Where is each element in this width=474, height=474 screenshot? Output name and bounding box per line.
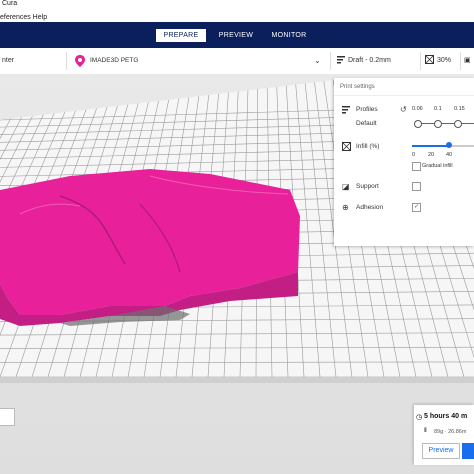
divider (334, 95, 474, 96)
estimated-material: 89g · 26.86m (434, 429, 467, 435)
divider (420, 52, 421, 70)
clock-icon: ◷ (416, 414, 423, 421)
layer-height-slider[interactable] (416, 123, 474, 124)
spool-icon (75, 55, 85, 67)
tab-prepare[interactable]: PREPARE (156, 29, 206, 42)
support-icon: ◪ (342, 182, 350, 191)
infill-slider-fill (412, 145, 450, 147)
view-orientation-button[interactable] (0, 408, 15, 426)
layer-tick: 0.06 (412, 106, 423, 112)
support-summary-icon[interactable]: ▣ (464, 56, 471, 64)
infill-summary[interactable]: 30% (437, 57, 451, 64)
menu-bar: Cura eferences Help (0, 0, 474, 22)
app-title: Cura (2, 0, 18, 7)
infill-icon (342, 142, 351, 151)
divider (66, 52, 67, 70)
material-selector[interactable]: IMADE3D PETG (90, 57, 138, 64)
infill-tick: 0 (412, 152, 416, 158)
layer-slider-handle[interactable] (414, 120, 422, 128)
settings-toolbar: nter IMADE3D PETG ⌄ Draft - 0.2mm 30% ▣ (0, 48, 474, 75)
print-settings-panel: Print settings Profiles Default ↺ 0.06 0… (334, 78, 474, 246)
infill-tick: 40 (446, 152, 453, 158)
layer-slider-handle[interactable] (454, 120, 462, 128)
layer-slider-handle[interactable] (434, 120, 442, 128)
infill-icon (425, 55, 434, 64)
gradual-infill-label: Gradual infill (422, 163, 453, 169)
infill-tick: 20 (428, 152, 435, 158)
support-label: Support (356, 183, 379, 190)
save-to-disk-button[interactable] (462, 443, 474, 459)
tab-monitor[interactable]: MONITOR (266, 29, 312, 42)
printer-selector[interactable]: nter (2, 57, 14, 64)
adhesion-label: Adhesion (356, 204, 384, 211)
divider (330, 52, 331, 70)
stage-bar: PREPARE PREVIEW MONITOR (0, 22, 474, 48)
profile-icon (337, 56, 345, 64)
menu-items[interactable]: eferences Help (0, 14, 47, 21)
print-estimate-panel: ◷ 5 hours 40 m ⦀ 89g · 26.86m Preview (414, 405, 474, 465)
support-checkbox[interactable] (412, 182, 421, 191)
chevron-down-icon[interactable]: ⌄ (314, 56, 321, 65)
adhesion-icon: ⊕ (342, 203, 349, 212)
infill-slider-handle[interactable] (446, 142, 453, 148)
layer-tick: 0.15 (454, 106, 465, 112)
filament-icon: ⦀ (424, 428, 427, 434)
reset-icon[interactable]: ↺ (400, 105, 407, 114)
profiles-label: Profiles (356, 106, 378, 113)
estimated-time[interactable]: 5 hours 40 m (424, 413, 467, 420)
infill-label: Infill (%) (356, 143, 380, 150)
tab-preview[interactable]: PREVIEW (214, 29, 258, 42)
default-label: Default (356, 120, 377, 127)
preview-button[interactable]: Preview (422, 443, 460, 459)
panel-title: Print settings (340, 84, 375, 90)
divider (460, 52, 461, 70)
layer-tick: 0.1 (434, 106, 442, 112)
profile-selector[interactable]: Draft - 0.2mm (348, 57, 391, 64)
gradual-infill-checkbox[interactable] (412, 162, 421, 171)
profiles-icon (342, 106, 350, 114)
adhesion-checkbox[interactable]: ✓ (412, 203, 421, 212)
